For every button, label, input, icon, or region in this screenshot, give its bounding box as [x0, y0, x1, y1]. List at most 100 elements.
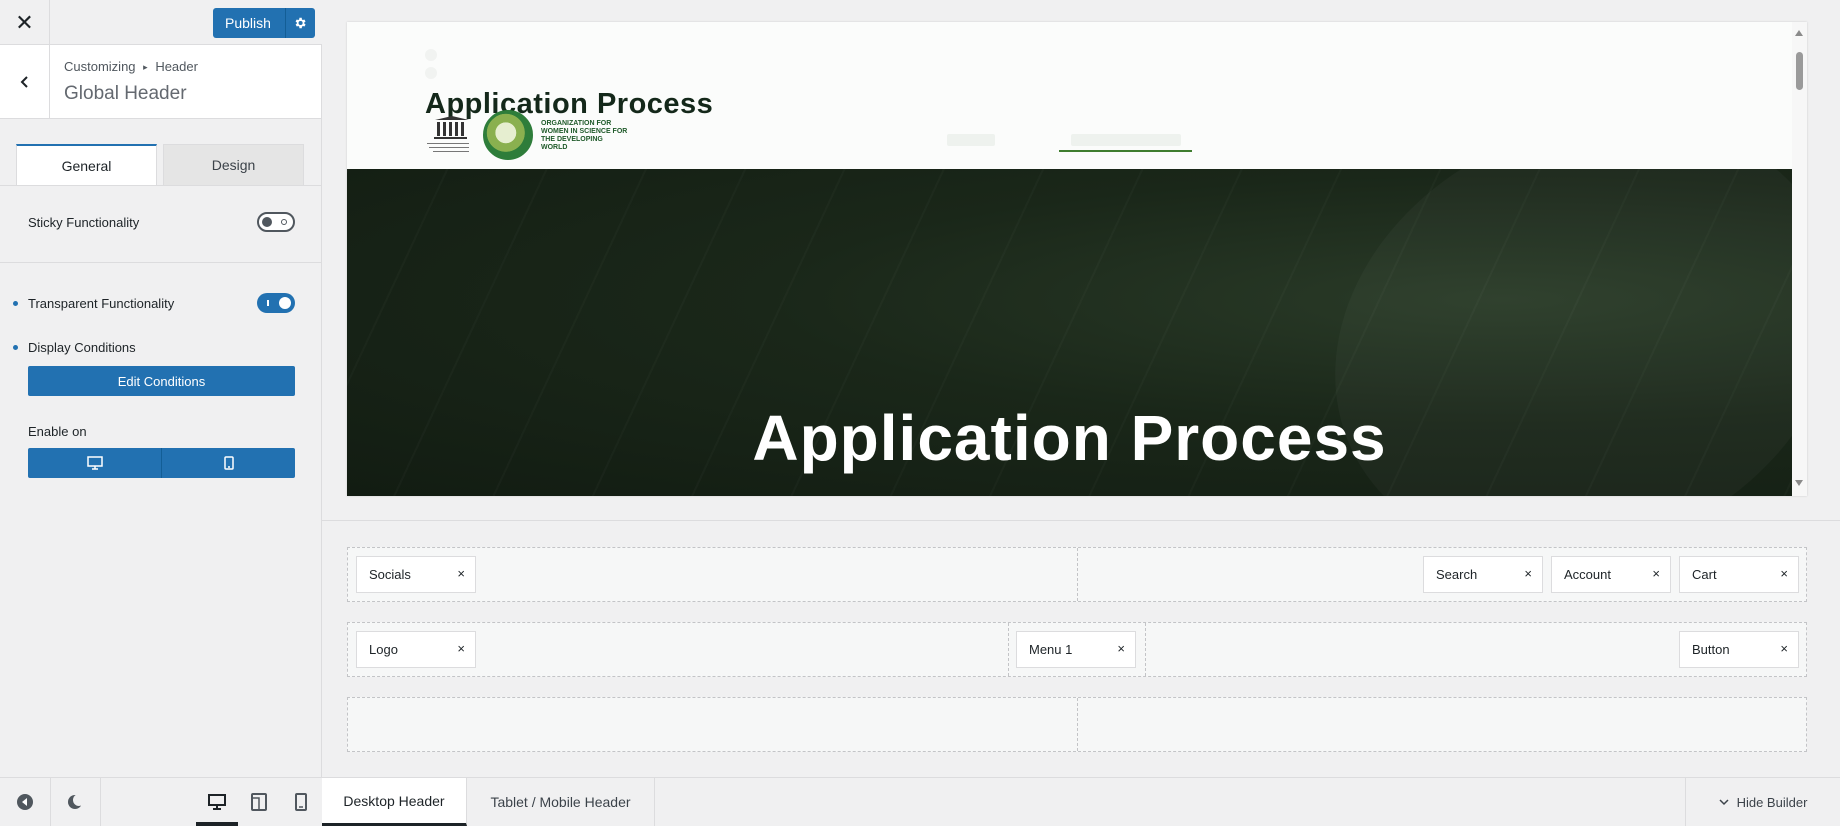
collapse-icon: [17, 794, 33, 810]
publish-group: Publish: [213, 8, 315, 38]
close-icon: ✕: [15, 9, 34, 35]
active-nav-indicator: [1059, 150, 1192, 152]
active-device-indicator: [196, 822, 238, 826]
gear-icon: [295, 17, 307, 29]
preview-mobile-button[interactable]: [280, 778, 322, 826]
section-title: Global Header: [64, 83, 187, 104]
sidebar-footer: [0, 777, 322, 826]
hero-banner: Application Process: [347, 169, 1792, 496]
builder-item-cart[interactable]: Cart ×: [1679, 556, 1799, 593]
remove-item-icon[interactable]: ×: [457, 642, 465, 656]
builder-bottombar: Desktop Header Tablet / Mobile Header Hi…: [322, 777, 1840, 826]
mobile-icon: [295, 793, 307, 811]
scroll-thumb[interactable]: [1796, 52, 1803, 90]
builder-item-label: Cart: [1692, 567, 1717, 582]
tab-desktop-header[interactable]: Desktop Header: [322, 778, 467, 826]
nav-item[interactable]: [947, 134, 995, 146]
enable-on-label: Enable on: [28, 424, 87, 439]
builder-row-top[interactable]: Socials × Search × Account × Cart ×: [347, 547, 1807, 602]
display-conditions-label: Display Conditions: [28, 340, 136, 355]
enable-mobile-button[interactable]: [161, 448, 295, 478]
sticky-label: Sticky Functionality: [28, 215, 140, 230]
enable-desktop-button[interactable]: [28, 448, 161, 478]
toggle-off-indicator: [281, 219, 287, 225]
site-header: Application Process ORGANIZATION FOR WOM…: [347, 22, 1792, 169]
edit-conditions-button[interactable]: Edit Conditions: [28, 366, 295, 396]
zone-divider: [1008, 623, 1009, 676]
chevron-left-icon: [20, 76, 28, 88]
site-preview[interactable]: Application Process ORGANIZATION FOR WOM…: [347, 22, 1807, 496]
remove-item-icon[interactable]: ×: [1524, 567, 1532, 581]
hide-builder-label: Hide Builder: [1736, 794, 1808, 810]
tab-tablet-mobile-header[interactable]: Tablet / Mobile Header: [467, 778, 655, 826]
builder-row-bottom[interactable]: [347, 697, 1807, 752]
scroll-up-icon[interactable]: [1795, 30, 1803, 36]
desktop-icon: [86, 456, 103, 470]
toggle-knob: [279, 297, 291, 309]
builder-item-label: Search: [1436, 567, 1478, 582]
breadcrumb-root: Customizing: [64, 59, 136, 74]
zone-divider: [1077, 698, 1078, 751]
divider: [100, 778, 101, 826]
builder-item-socials[interactable]: Socials ×: [356, 556, 476, 593]
settings-tabs: General Design: [16, 144, 306, 185]
dark-mode-button[interactable]: [50, 778, 100, 826]
zone-divider: [1145, 623, 1146, 676]
tablet-icon: [251, 793, 267, 811]
builder-item-account[interactable]: Account ×: [1551, 556, 1671, 593]
breadcrumb-current: Header: [155, 59, 198, 74]
builder-item-label: Socials: [369, 567, 411, 582]
publish-settings-button[interactable]: [284, 8, 315, 38]
collapse-sidebar-button[interactable]: [0, 778, 50, 826]
remove-item-icon[interactable]: ×: [1780, 642, 1788, 656]
preview-desktop-button[interactable]: [196, 778, 238, 826]
enable-on-devices: [28, 448, 295, 478]
unesco-logo-icon: [427, 116, 469, 152]
remove-item-icon[interactable]: ×: [1780, 567, 1788, 581]
logo-text: ORGANIZATION FOR WOMEN IN SCIENCE FOR TH…: [541, 120, 628, 151]
preview-scrollbar[interactable]: [1792, 22, 1807, 496]
social-icons: [425, 48, 485, 79]
builder-item-label: Account: [1564, 567, 1611, 582]
scroll-down-icon[interactable]: [1795, 480, 1803, 486]
mobile-icon: [223, 456, 234, 470]
publish-button[interactable]: Publish: [213, 8, 285, 38]
builder-divider: [322, 520, 1840, 521]
remove-item-icon[interactable]: ×: [1652, 567, 1660, 581]
tab-design[interactable]: Design: [163, 144, 304, 185]
customizer-sidebar: ✕ Publish Customizing ▸ Header Global He…: [0, 0, 322, 826]
transparent-toggle[interactable]: [257, 293, 295, 313]
toggle-on-indicator: [267, 300, 269, 306]
close-customizer-button[interactable]: ✕: [0, 0, 50, 45]
site-logo[interactable]: ORGANIZATION FOR WOMEN IN SCIENCE FOR TH…: [425, 110, 627, 162]
modified-dot: [13, 301, 18, 306]
back-button[interactable]: [0, 45, 50, 119]
zone-divider: [1077, 548, 1078, 601]
tabs-divider: [0, 185, 321, 186]
builder-item-search[interactable]: Search ×: [1423, 556, 1543, 593]
builder-item-menu-1[interactable]: Menu 1 ×: [1016, 631, 1136, 668]
toggle-knob: [262, 217, 272, 227]
tab-general[interactable]: General: [16, 144, 157, 185]
hide-builder-button[interactable]: Hide Builder: [1685, 778, 1840, 826]
section-header: Customizing ▸ Header Global Header: [0, 45, 321, 119]
transparent-label: Transparent Functionality: [28, 296, 175, 311]
builder-item-label: Button: [1692, 642, 1730, 657]
builder-item-button[interactable]: Button ×: [1679, 631, 1799, 668]
breadcrumb: Customizing ▸ Header: [64, 59, 198, 74]
builder-item-label: Logo: [369, 642, 398, 657]
hero-title: Application Process: [752, 402, 1387, 474]
customizer-topbar: ✕ Publish: [0, 0, 322, 45]
builder-row-main[interactable]: Logo × Menu 1 × Button ×: [347, 622, 1807, 677]
remove-item-icon[interactable]: ×: [457, 567, 465, 581]
preview-tablet-button[interactable]: [238, 778, 280, 826]
nav-item[interactable]: [1071, 134, 1181, 146]
builder-item-label: Menu 1: [1029, 642, 1073, 657]
divider: [0, 262, 321, 263]
remove-item-icon[interactable]: ×: [1117, 642, 1125, 656]
chevron-down-icon: [1719, 799, 1729, 806]
sticky-toggle[interactable]: [257, 212, 295, 232]
breadcrumb-separator: ▸: [143, 62, 148, 72]
dark-mode-icon: [68, 794, 83, 809]
builder-item-logo[interactable]: Logo ×: [356, 631, 476, 668]
